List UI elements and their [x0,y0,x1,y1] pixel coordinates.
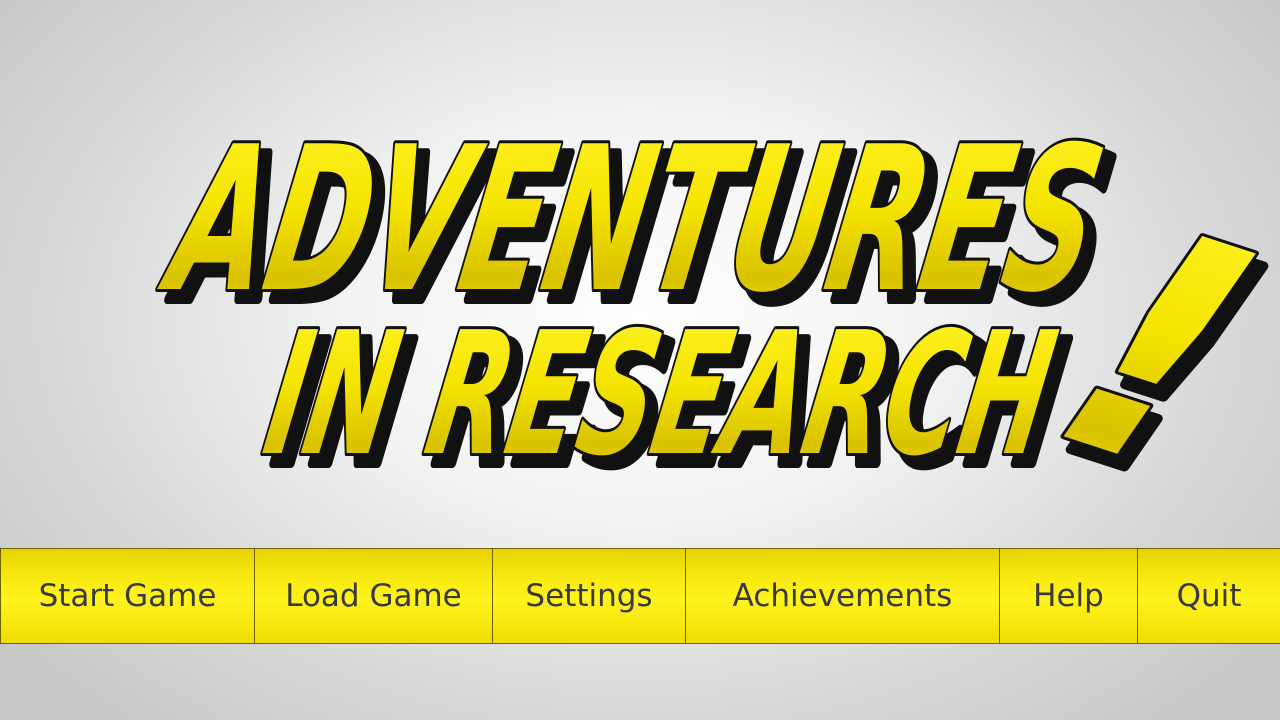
title-line-2: IN RESEARCH IN RESEARCH [250,293,1083,508]
game-title-logo: ADVENTURES ADVENTURES IN RESEARCH IN RES… [145,100,1280,540]
help-button[interactable]: Help [1000,549,1138,643]
title-line-2-text: IN RESEARCH [253,296,1068,493]
quit-button[interactable]: Quit [1138,549,1280,643]
start-game-label: Start Game [38,578,217,614]
main-menu: Start Game Load Game Settings Achievemen… [0,548,1280,644]
load-game-label: Load Game [285,578,462,614]
quit-label: Quit [1176,578,1242,614]
help-label: Help [1033,578,1104,614]
achievements-button[interactable]: Achievements [686,549,1000,643]
achievements-label: Achievements [732,578,953,614]
load-game-button[interactable]: Load Game [255,549,493,643]
settings-button[interactable]: Settings [493,549,686,643]
start-game-button[interactable]: Start Game [0,549,255,643]
settings-label: Settings [525,578,653,614]
